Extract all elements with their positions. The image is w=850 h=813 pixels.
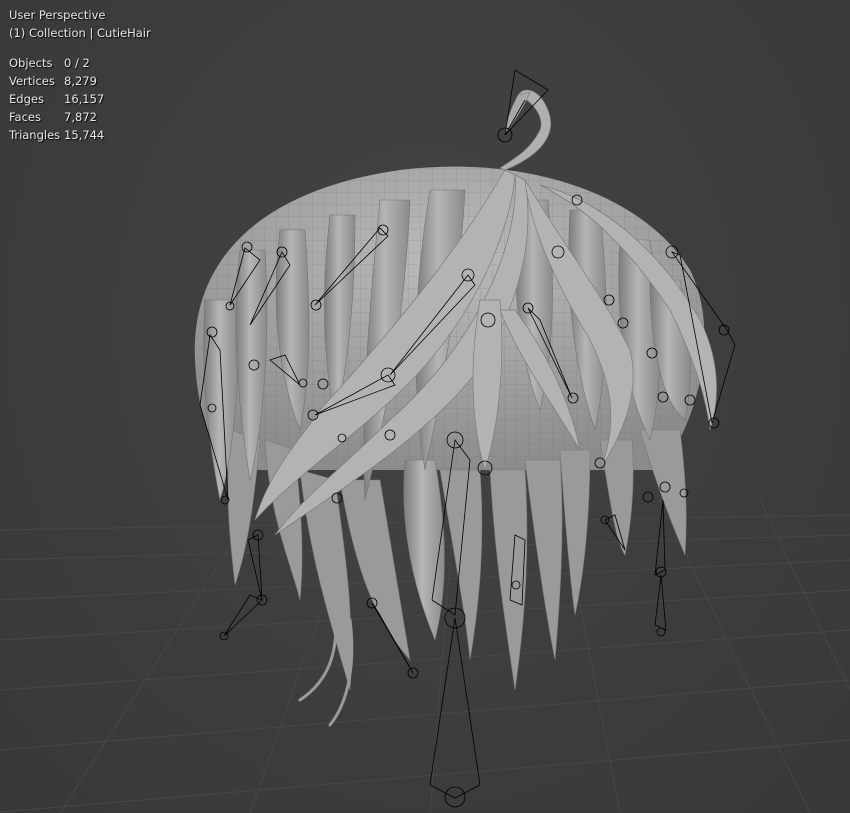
viewport-info-overlay: User Perspective (1) Collection | CutieH… — [9, 6, 151, 144]
collection-line: (1) Collection | CutieHair — [9, 26, 151, 40]
bone[interactable] — [654, 574, 667, 631]
stat-row-faces: Faces 7,872 — [9, 108, 151, 126]
bone[interactable] — [247, 534, 263, 601]
bone-joint[interactable] — [656, 627, 666, 637]
scene-statistics: Objects 0 / 2 Vertices 8,279 Edges 16,15… — [9, 54, 151, 144]
stat-row-objects: Objects 0 / 2 — [9, 54, 151, 72]
hair-strand — [559, 449, 591, 616]
stat-row-vertices: Vertices 8,279 — [9, 72, 151, 90]
stat-label: Edges — [9, 92, 44, 106]
stat-label: Objects — [9, 56, 53, 70]
hair-strand — [489, 469, 528, 691]
bone[interactable] — [654, 499, 666, 576]
hair-strand — [524, 459, 563, 661]
bone-joint[interactable] — [444, 786, 466, 808]
bone-joint[interactable] — [642, 491, 654, 503]
bone[interactable] — [223, 594, 263, 637]
hair-strand — [403, 459, 445, 641]
hair-mesh[interactable] — [194, 89, 717, 727]
stat-label: Faces — [9, 110, 41, 124]
stat-value: 7,872 — [64, 110, 97, 124]
3d-viewport[interactable]: User Perspective (1) Collection | CutieH… — [0, 0, 850, 813]
stat-value: 8,279 — [64, 74, 97, 88]
stat-value: 15,744 — [64, 128, 105, 142]
view-name: User Perspective — [9, 8, 106, 22]
stat-row-edges: Edges 16,157 — [9, 90, 151, 108]
stat-label: Triangles — [9, 128, 61, 142]
bone-joint[interactable] — [718, 324, 730, 336]
stat-label: Vertices — [9, 74, 55, 88]
stat-value: 0 / 2 — [64, 56, 90, 70]
stat-value: 16,157 — [64, 92, 105, 106]
stat-row-triangles: Triangles 15,744 — [9, 126, 151, 144]
